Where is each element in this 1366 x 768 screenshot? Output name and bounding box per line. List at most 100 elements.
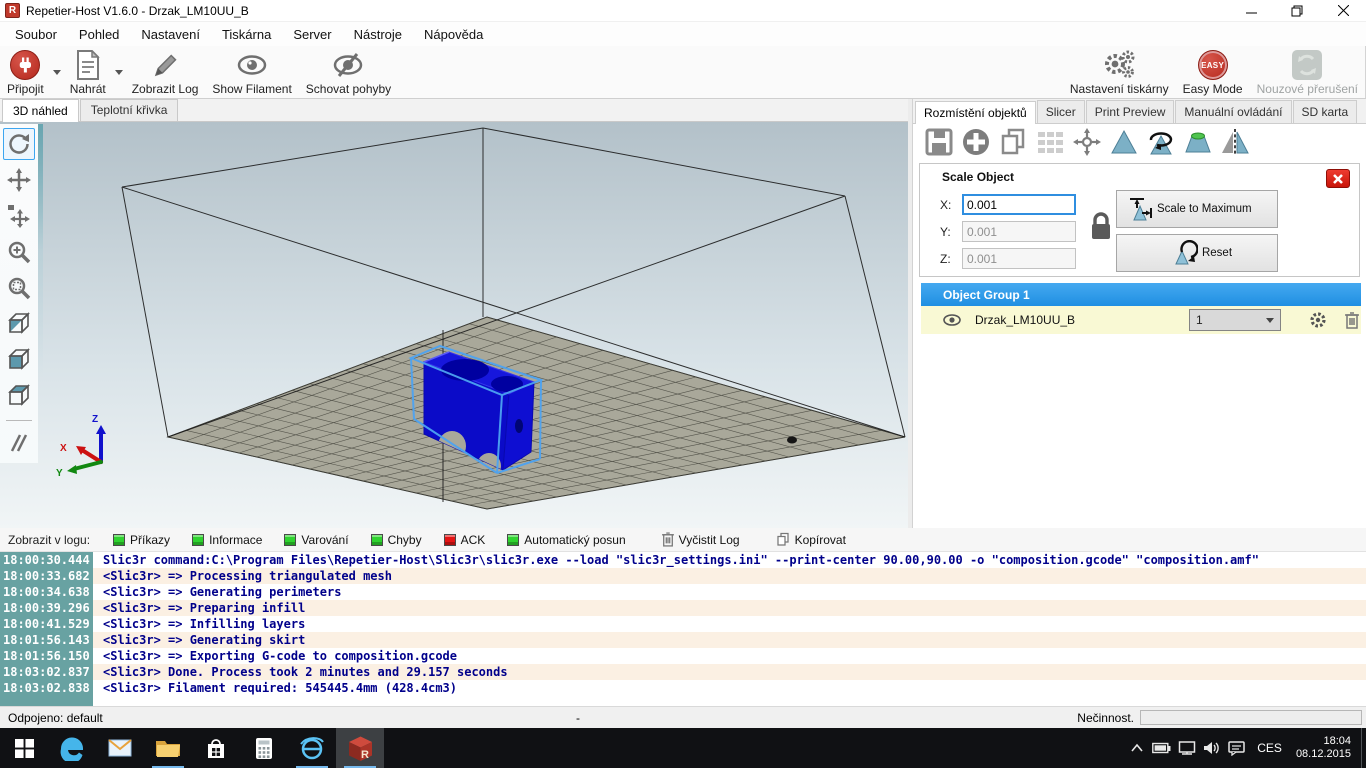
tab-object-placement[interactable]: Rozmístění objektů bbox=[915, 101, 1036, 124]
copies-dropdown[interactable]: 1 bbox=[1189, 309, 1281, 331]
eye-slash-icon bbox=[332, 52, 364, 78]
tray-battery-icon[interactable] bbox=[1149, 728, 1174, 768]
tray-action-center-icon[interactable] bbox=[1224, 728, 1249, 768]
isometric-view-button[interactable] bbox=[3, 308, 35, 340]
autoposition-button[interactable] bbox=[1034, 126, 1066, 158]
parallel-projection-button[interactable] bbox=[3, 427, 35, 459]
menu-soubor[interactable]: Soubor bbox=[4, 23, 68, 46]
clear-log-button[interactable]: Vyčistit Log bbox=[653, 530, 749, 549]
rotate-object-button[interactable] bbox=[1145, 126, 1177, 158]
scale-object-button[interactable] bbox=[1108, 126, 1140, 158]
show-desktop-button[interactable] bbox=[1361, 728, 1366, 768]
log-message: <Slic3r> => Generating skirt bbox=[93, 632, 305, 648]
taskbar-store[interactable] bbox=[192, 728, 240, 768]
scale-to-maximum-button[interactable]: Scale to Maximum bbox=[1116, 190, 1278, 228]
load-button[interactable]: Nahrát bbox=[63, 46, 113, 98]
log-toggle-ack[interactable]: ACK bbox=[435, 531, 495, 549]
taskbar-repetier-host[interactable]: R bbox=[336, 728, 384, 768]
copy-icon bbox=[776, 532, 790, 547]
load-dropdown[interactable] bbox=[113, 46, 125, 98]
reset-scale-button[interactable]: Reset bbox=[1116, 234, 1278, 272]
log-output[interactable]: 18:00:30.444Slic3r command:C:\Program Fi… bbox=[0, 552, 1366, 706]
object-group-title: Object Group 1 bbox=[943, 288, 1030, 302]
connect-button[interactable]: Připojit bbox=[0, 46, 51, 98]
printer-settings-button[interactable]: Nastavení tiskárny bbox=[1063, 46, 1176, 98]
tab-temperature-curve[interactable]: Teplotní křivka bbox=[80, 99, 179, 121]
taskbar-mail[interactable] bbox=[96, 728, 144, 768]
connect-dropdown[interactable] bbox=[51, 46, 63, 98]
close-scale-panel-button[interactable] bbox=[1326, 169, 1350, 188]
tray-chevron-up-icon[interactable] bbox=[1124, 728, 1149, 768]
emergency-stop-label: Nouzové přerušení bbox=[1257, 82, 1358, 96]
zoom-in-button[interactable] bbox=[3, 236, 35, 268]
log-toggle-autoscroll[interactable]: Automatický posun bbox=[498, 531, 634, 549]
show-log-button[interactable]: Zobrazit Log bbox=[125, 46, 206, 98]
top-cube-icon bbox=[6, 383, 32, 409]
log-toggle-commands[interactable]: Příkazy bbox=[104, 531, 179, 549]
log-message: <Slic3r> Done. Process took 2 minutes an… bbox=[93, 664, 508, 680]
center-object-button[interactable] bbox=[1071, 126, 1103, 158]
delete-object-trash-icon[interactable] bbox=[1345, 312, 1359, 329]
lay-flat-button[interactable] bbox=[1182, 126, 1214, 158]
top-view-button[interactable] bbox=[3, 380, 35, 412]
tab-sd-card[interactable]: SD karta bbox=[1293, 100, 1358, 123]
close-button[interactable] bbox=[1320, 0, 1366, 21]
front-view-button[interactable] bbox=[3, 344, 35, 376]
hide-moves-button[interactable]: Schovat pohyby bbox=[299, 46, 398, 98]
language-indicator[interactable]: CES bbox=[1249, 741, 1290, 755]
lock-icon[interactable] bbox=[1088, 211, 1114, 243]
taskbar-calculator[interactable] bbox=[240, 728, 288, 768]
menu-server[interactable]: Server bbox=[282, 23, 342, 46]
start-button[interactable] bbox=[0, 728, 48, 768]
tab-3d-preview[interactable]: 3D náhled bbox=[2, 99, 79, 122]
scale-z-input[interactable] bbox=[962, 248, 1076, 269]
restore-button[interactable] bbox=[1274, 0, 1320, 21]
toggle-state-icon bbox=[371, 534, 383, 546]
object-list-row[interactable]: Drzak_LM10UU_B 1 bbox=[921, 306, 1361, 334]
store-bag-icon bbox=[206, 737, 226, 760]
gears-icon bbox=[1102, 50, 1136, 80]
easy-mode-button[interactable]: EASY Easy Mode bbox=[1176, 46, 1250, 98]
menu-nastaveni[interactable]: Nastavení bbox=[130, 23, 211, 46]
copy-log-button[interactable]: Kopírovat bbox=[767, 530, 855, 549]
rotate-view-button[interactable] bbox=[3, 128, 35, 160]
window-controls bbox=[1228, 0, 1366, 21]
menu-nastroje[interactable]: Nástroje bbox=[343, 23, 413, 46]
repetier-cube-icon: R bbox=[347, 735, 374, 762]
add-object-button[interactable] bbox=[960, 126, 992, 158]
log-toggle-errors[interactable]: Chyby bbox=[362, 531, 431, 549]
emergency-stop-button[interactable]: Nouzové přerušení bbox=[1250, 46, 1366, 98]
object-settings-gear-icon[interactable] bbox=[1309, 311, 1327, 329]
tab-print-preview[interactable]: Print Preview bbox=[1086, 100, 1175, 123]
object-group-header[interactable]: Object Group 1 bbox=[921, 283, 1361, 306]
taskbar-file-explorer[interactable] bbox=[144, 728, 192, 768]
minimize-button[interactable] bbox=[1228, 0, 1274, 21]
log-toggle-warnings[interactable]: Varování bbox=[275, 531, 357, 549]
taskbar-internet-explorer[interactable] bbox=[288, 728, 336, 768]
menu-napoveda[interactable]: Nápověda bbox=[413, 23, 494, 46]
taskbar-edge[interactable] bbox=[48, 728, 96, 768]
visibility-eye-icon[interactable] bbox=[943, 314, 961, 326]
show-filament-button[interactable]: Show Filament bbox=[205, 46, 298, 98]
copy-object-button[interactable] bbox=[997, 126, 1029, 158]
menu-tiskarna[interactable]: Tiskárna bbox=[211, 23, 282, 46]
save-button[interactable] bbox=[923, 126, 955, 158]
folder-icon bbox=[155, 738, 181, 758]
scale-y-input[interactable] bbox=[962, 221, 1076, 242]
tab-manual-control[interactable]: Manuální ovládání bbox=[1175, 100, 1291, 123]
scale-x-input[interactable] bbox=[962, 194, 1076, 215]
log-row: 18:03:02.838<Slic3r> Filament required: … bbox=[0, 680, 1366, 696]
taskbar-clock[interactable]: 18:04 08.12.2015 bbox=[1290, 735, 1361, 761]
tray-volume-icon[interactable] bbox=[1199, 728, 1224, 768]
log-row: 18:00:33.682<Slic3r> => Processing trian… bbox=[0, 568, 1366, 584]
3d-viewport[interactable]: X Y Z bbox=[0, 122, 908, 528]
move-view-button[interactable] bbox=[3, 164, 35, 196]
move-object-button[interactable] bbox=[3, 200, 35, 232]
log-toggle-information[interactable]: Informace bbox=[183, 531, 271, 549]
progress-bar bbox=[1140, 710, 1362, 725]
zoom-fit-button[interactable] bbox=[3, 272, 35, 304]
menu-pohled[interactable]: Pohled bbox=[68, 23, 130, 46]
tray-network-icon[interactable] bbox=[1174, 728, 1199, 768]
mirror-object-button[interactable] bbox=[1219, 126, 1251, 158]
tab-slicer[interactable]: Slicer bbox=[1037, 100, 1085, 123]
